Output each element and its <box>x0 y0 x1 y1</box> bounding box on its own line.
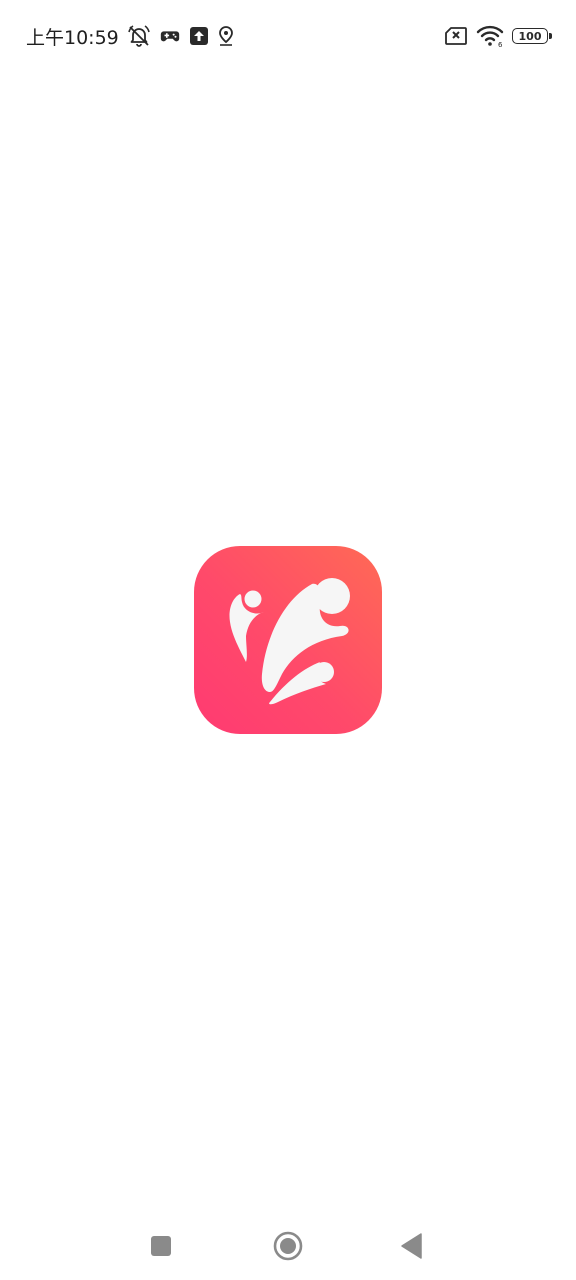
sim-off-icon <box>444 26 468 46</box>
back-button[interactable] <box>392 1226 432 1266</box>
battery-indicator: 100 <box>512 28 552 44</box>
status-time: 上午10:59 <box>26 26 119 49</box>
upload-icon <box>189 26 209 46</box>
home-button[interactable] <box>268 1226 308 1266</box>
circle-icon <box>273 1231 303 1261</box>
status-bar: 上午10:59 6 100 <box>0 0 576 72</box>
recent-apps-button[interactable] <box>141 1226 181 1266</box>
status-left: 上午10:59 <box>26 22 235 50</box>
battery-icon: 100 <box>512 28 552 44</box>
back-triangle-icon <box>401 1233 422 1259</box>
status-right: 6 100 <box>444 22 552 50</box>
wifi-icon: 6 <box>476 25 504 47</box>
svg-text:6: 6 <box>498 41 503 47</box>
gamepad-icon <box>159 25 181 47</box>
alarm-off-icon <box>127 24 151 48</box>
square-icon <box>151 1236 171 1256</box>
battery-level: 100 <box>518 29 542 43</box>
navigation-bar <box>0 1212 576 1280</box>
app-logo-icon <box>229 578 350 705</box>
app-logo <box>194 546 382 734</box>
location-icon <box>217 26 235 46</box>
